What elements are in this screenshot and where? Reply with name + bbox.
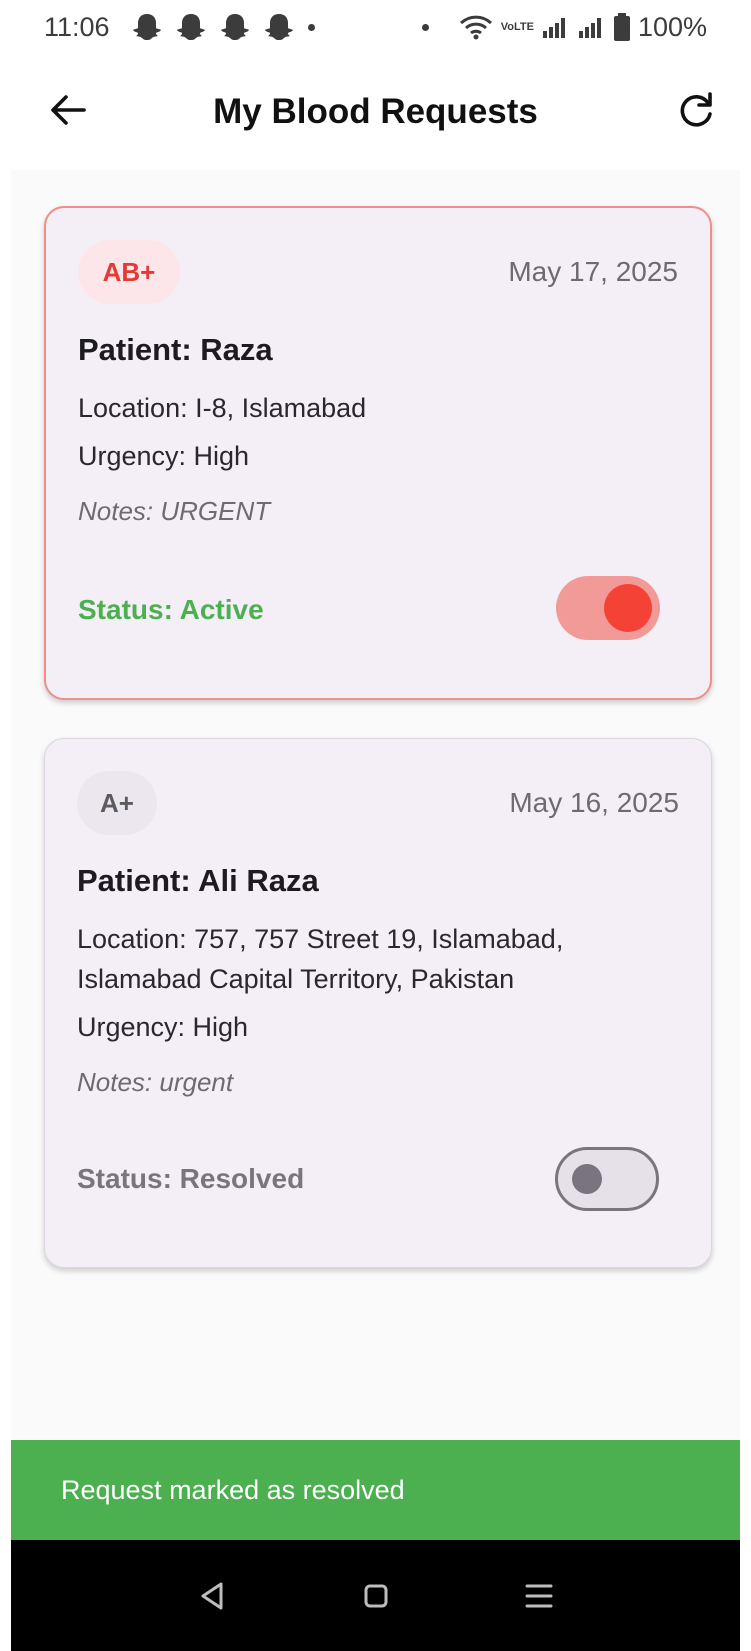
system-nav-bar [11, 1540, 740, 1651]
urgency-text: Urgency: High [77, 1012, 249, 1042]
status-toggle[interactable] [556, 576, 660, 640]
request-date: May 17, 2025 [508, 256, 678, 287]
snapchat-ghost-icon [264, 14, 293, 40]
blood-type-chip: A+ [77, 771, 157, 835]
patient-name: Patient: Ali Raza [77, 863, 319, 898]
location-text: Location: I-8, Islamabad [78, 393, 367, 423]
notes-text: Notes: urgent [77, 1067, 234, 1097]
status-text: Status: Active [78, 594, 264, 625]
status-right: VoLTE 100% [421, 11, 707, 43]
volte-label: VoLTE [500, 21, 534, 33]
request-card[interactable]: AB+ May 17, 2025 Patient: Raza Location:… [44, 206, 712, 700]
signal-icon [578, 18, 601, 38]
more-notifications-dot [307, 23, 315, 31]
battery-icon [613, 13, 630, 41]
status-dot [421, 23, 429, 31]
screen: 11:06 VoLTE 100% My Blood Requests AB+ M… [0, 0, 751, 1651]
snackbar-message: Request marked as resolved [61, 1474, 405, 1505]
request-date: May 16, 2025 [509, 787, 679, 818]
notes-text: Notes: URGENT [78, 496, 271, 526]
snapchat-ghost-icon [220, 14, 249, 40]
status-bar: 11:06 VoLTE 100% [0, 0, 751, 54]
home-square-icon[interactable] [356, 1576, 396, 1616]
back-button[interactable] [48, 90, 88, 130]
status-toggle[interactable] [555, 1147, 659, 1211]
snapchat-ghost-icon [176, 14, 205, 40]
status-time: 11:06 [44, 11, 110, 42]
back-triangle-icon[interactable] [193, 1576, 233, 1616]
request-card[interactable]: A+ May 16, 2025 Patient: Ali Raza Locati… [44, 738, 712, 1268]
location-text: Location: 757, 757 Street 19, Islamabad,… [77, 924, 564, 994]
snackbar: Request marked as resolved [11, 1440, 740, 1540]
toggle-knob [604, 584, 652, 632]
page-title: My Blood Requests [213, 92, 538, 131]
battery-level: 100% [637, 11, 707, 42]
toggle-knob [572, 1164, 602, 1194]
blood-type-chip: AB+ [78, 240, 180, 304]
urgency-text: Urgency: High [78, 441, 250, 471]
refresh-button[interactable] [676, 90, 716, 130]
wifi-icon [459, 15, 492, 40]
status-text: Status: Resolved [77, 1163, 305, 1194]
requests-list[interactable]: AB+ May 17, 2025 Patient: Raza Location:… [11, 170, 740, 1440]
menu-lines-icon[interactable] [519, 1576, 559, 1616]
signal-icon [542, 18, 565, 38]
app-bar: My Blood Requests [0, 54, 751, 170]
patient-name: Patient: Raza [78, 332, 273, 367]
notification-icons [130, 12, 315, 42]
snapchat-ghost-icon [132, 14, 161, 40]
